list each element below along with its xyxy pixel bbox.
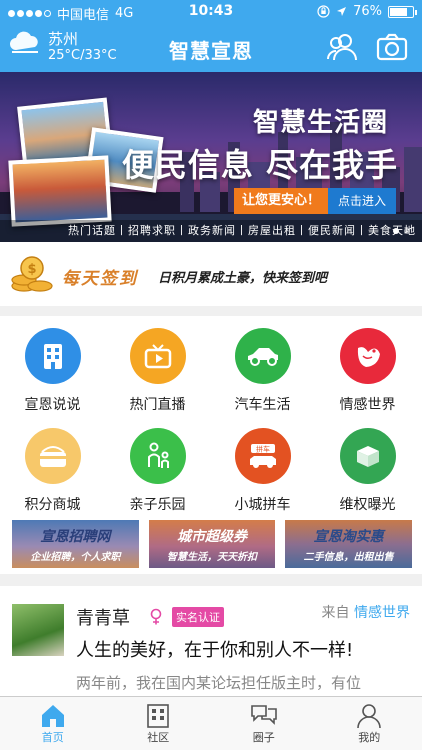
- tv-icon: [129, 328, 186, 384]
- grid-item-label: 宣恩说说: [24, 397, 81, 413]
- promo-subtitle: 智慧生活，天天折扣: [167, 552, 257, 563]
- status-right: 76%: [317, 4, 417, 19]
- banner-enter-button[interactable]: 点击进入: [328, 188, 397, 214]
- tab-community[interactable]: 社区: [106, 697, 212, 750]
- promo-title: 宣恩淘实惠: [313, 529, 384, 545]
- tab-circle[interactable]: 圈子: [211, 697, 317, 750]
- tab-bar: 首页 社区 圈子 我的: [0, 696, 422, 750]
- signin-slogan: 日积月累成土豪，快来签到吧: [158, 271, 328, 286]
- promo-title: 宣恩招聘网: [40, 529, 111, 545]
- tab-label: 社区: [147, 731, 170, 744]
- grid-item-label: 小城拼车: [234, 497, 291, 513]
- box-icon: [339, 428, 396, 484]
- svg-text:$: $: [27, 262, 36, 277]
- tab-mine[interactable]: 我的: [317, 697, 422, 750]
- status-bar: 中国电信 4G 10:43 76%: [0, 0, 422, 24]
- daily-signin[interactable]: $ 每天签到 日积月累成土豪，快来签到吧: [0, 242, 422, 306]
- post-source: 来自 情感世界: [322, 602, 410, 622]
- grid-item-label: 亲子乐园: [129, 497, 186, 513]
- avatar[interactable]: [12, 604, 64, 656]
- svg-text:拼车: 拼车: [256, 445, 270, 454]
- tab-label: 首页: [41, 731, 64, 744]
- family-icon: [129, 428, 186, 484]
- grid-item-emotion[interactable]: 情感世界: [315, 316, 420, 416]
- promo-subtitle: 企业招聘，个人求职: [30, 552, 121, 563]
- grid-item-label: 维权曝光: [339, 497, 396, 513]
- photo-sunset: [8, 155, 112, 227]
- header-actions: [326, 32, 408, 62]
- wallet-icon: [24, 428, 81, 484]
- users-icon[interactable]: [326, 32, 358, 62]
- chat-icon: [250, 705, 277, 725]
- battery-percent: 76%: [353, 4, 382, 19]
- grid-item-label: 情感世界: [339, 397, 396, 413]
- tab-home[interactable]: 首页: [0, 697, 106, 750]
- top-bar: 中国电信 4G 10:43 76% 苏州 25°C/33°C 智慧宣恩: [0, 0, 422, 72]
- post-excerpt: 两年前，我在国内某论坛担任版主时，有位: [76, 674, 362, 692]
- promo-subtitle: 二手信息，出租出售: [303, 552, 394, 563]
- banner-cta-text: 让您更安心！: [234, 188, 329, 214]
- battery-fill: [390, 7, 407, 16]
- grid-item-car-life[interactable]: 汽车生活: [210, 316, 315, 416]
- building-icon: [147, 704, 170, 728]
- post-author-name[interactable]: 青青草: [76, 604, 130, 630]
- promo-recruit[interactable]: 宣恩招聘网 企业招聘，个人求职: [12, 520, 139, 568]
- feed-post[interactable]: 青青草 实名认证 来自 情感世界 人生的美好，在于你和别人不一样! 两年前，我在…: [0, 586, 422, 696]
- bird-icon: [339, 328, 396, 384]
- banner-pager[interactable]: [393, 228, 410, 234]
- promo-banner[interactable]: 智慧生活圈 便民信息 尽在我手 让您更安心！ 点击进入 热门话题丨招聘求职丨政务…: [0, 72, 422, 242]
- post-source-prefix: 来自: [321, 605, 350, 621]
- promo-strip: 宣恩招聘网 企业招聘，个人求职 城市超级券 智慧生活，天天折扣 宣恩淘实惠 二手…: [12, 520, 413, 568]
- car-icon: [234, 328, 291, 384]
- grid-item-label: 热门直播: [129, 397, 186, 413]
- signin-title: 每天签到: [62, 269, 138, 289]
- user-icon: [357, 704, 382, 729]
- building-icon: [24, 328, 81, 384]
- banner-cta[interactable]: 让您更安心！ 点击进入: [234, 188, 397, 214]
- app-screen: 中国电信 4G 10:43 76% 苏州 25°C/33°C 智慧宣恩 智慧生活…: [0, 0, 422, 750]
- grid-item-rights[interactable]: 维权曝光: [315, 416, 420, 516]
- home-icon: [41, 705, 64, 727]
- carpool-icon: 拼车: [234, 428, 291, 484]
- promo-bargain[interactable]: 宣恩淘实惠 二手信息，出租出售: [285, 520, 413, 568]
- grid-item-points-mall[interactable]: 积分商城: [0, 416, 105, 516]
- camera-icon[interactable]: [376, 32, 408, 62]
- grid-item-label: 积分商城: [24, 497, 81, 513]
- grid-item-label: 汽车生活: [234, 397, 291, 413]
- location-arrow-icon: [337, 7, 347, 16]
- banner-tagline: 热门话题丨招聘求职丨政务新闻丨房屋出租丨便民新闻丨美食天地: [0, 220, 422, 242]
- coins-icon: $: [11, 256, 53, 292]
- post-title: 人生的美好，在于你和别人不一样!: [76, 640, 354, 661]
- app-header: 苏州 25°C/33°C 智慧宣恩: [0, 24, 422, 72]
- post-source-link[interactable]: 情感世界: [354, 605, 410, 621]
- banner-headline-2: 便民信息 尽在我手: [121, 146, 398, 184]
- rotation-lock-icon: [317, 5, 330, 18]
- grid-item-parent-child[interactable]: 亲子乐园: [105, 416, 210, 516]
- female-icon: [150, 608, 162, 625]
- promo-title: 城市超级券: [177, 529, 247, 545]
- tab-label: 圈子: [252, 731, 275, 744]
- verified-badge: 实名认证: [172, 607, 224, 627]
- tab-label: 我的: [358, 731, 381, 744]
- grid-item-xuanen-shuoshuo[interactable]: 宣恩说说: [0, 316, 105, 416]
- battery-icon: [388, 5, 417, 18]
- grid-item-carpool[interactable]: 拼车 小城拼车: [210, 416, 315, 516]
- banner-headline-1: 智慧生活圈: [252, 108, 388, 138]
- promo-coupon[interactable]: 城市超级券 智慧生活，天天折扣: [148, 520, 276, 568]
- feature-grid: 宣恩说说 热门直播 汽车生活 情感世界 积分商城 亲子乐园 拼车 小城拼车 维权…: [0, 316, 422, 574]
- grid-item-live[interactable]: 热门直播: [105, 316, 210, 416]
